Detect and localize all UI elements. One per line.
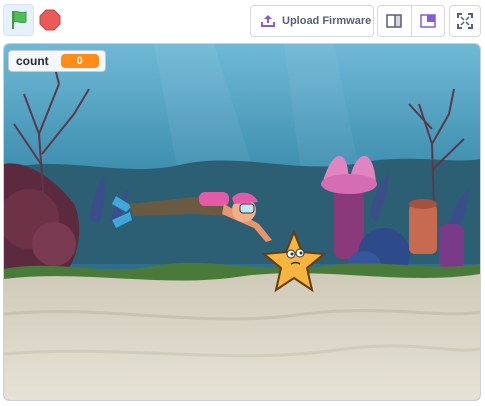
- fullscreen-button[interactable]: [449, 5, 481, 37]
- monitor-value: 0: [60, 54, 99, 68]
- small-stage-button[interactable]: [378, 6, 411, 36]
- upload-firmware-button[interactable]: Upload Firmware: [250, 5, 374, 37]
- fullscreen-icon: [457, 13, 473, 29]
- stage-toolbar: Upload Firmware: [0, 0, 485, 42]
- stage-layout-toggle: [377, 5, 445, 37]
- normal-stage-button[interactable]: [410, 6, 445, 36]
- upload-icon: [260, 14, 276, 28]
- stage-canvas[interactable]: count 0: [3, 43, 481, 401]
- small-stage-layout-icon: [386, 14, 402, 28]
- normal-stage-layout-icon: [420, 14, 436, 28]
- green-flag-button[interactable]: [3, 4, 34, 36]
- upload-firmware-label: Upload Firmware: [282, 15, 372, 27]
- underwater-backdrop: [4, 44, 480, 400]
- variable-monitor-count[interactable]: count 0: [8, 50, 106, 72]
- stop-button[interactable]: [37, 6, 63, 34]
- stop-sign-icon: [39, 9, 61, 31]
- green-flag-icon: [11, 10, 26, 29]
- monitor-label: count: [16, 54, 49, 68]
